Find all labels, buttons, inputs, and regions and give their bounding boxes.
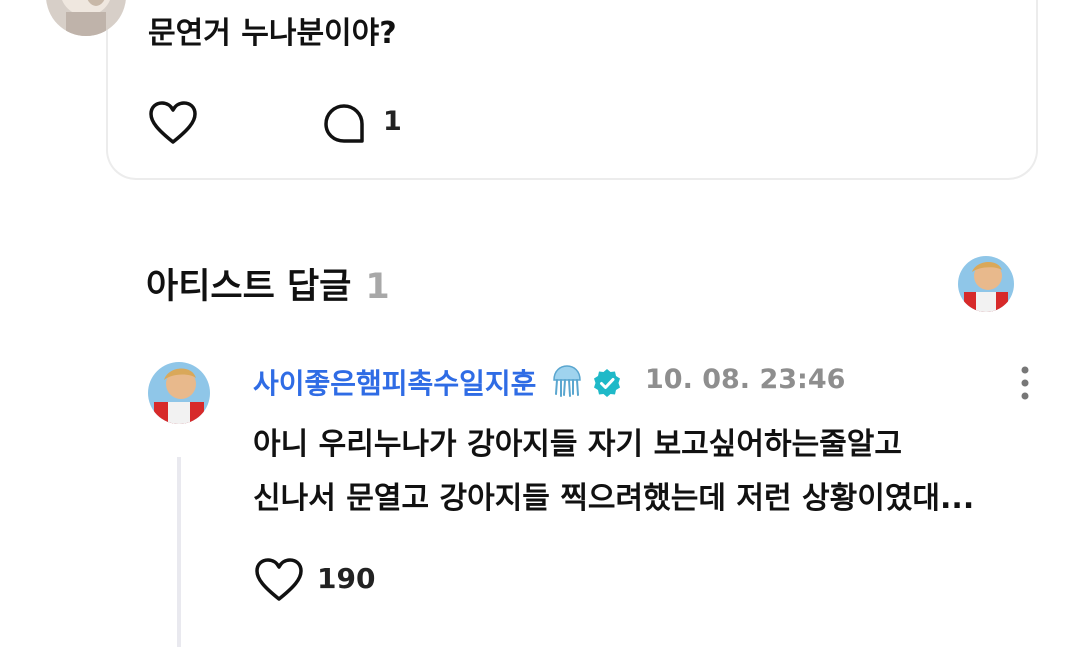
reply-text-line-2: 신나서 문열고 강아지들 찍으려했는데 저런 상황이였대...	[253, 481, 975, 516]
artist-replies-title: 아티스트 답글	[146, 267, 352, 307]
reply-author-name[interactable]: 사이좋은햄피촉수일지훈	[253, 362, 536, 402]
reply-like-count: 190	[317, 562, 376, 595]
comment-bubble-icon	[324, 104, 364, 143]
post-text: 문연거 누나분이야?	[148, 16, 397, 51]
artist-replies-count: 1	[365, 267, 390, 307]
artist-replies-header: 아티스트 답글 1	[146, 258, 390, 309]
reply-timestamp: 10. 08. 23:46	[645, 364, 846, 395]
post-comment-count: 1	[383, 106, 402, 137]
more-options-icon[interactable]	[1010, 364, 1040, 404]
reply-text-line-1: 아니 우리누나가 강아지들 자기 보고싶어하는줄알고	[253, 427, 902, 462]
heart-icon	[149, 101, 197, 144]
reply-thread-line	[177, 457, 181, 647]
post-like-button[interactable]	[148, 100, 198, 146]
jellyfish-icon	[550, 364, 584, 398]
heart-icon	[255, 558, 303, 601]
reply-like-button[interactable]	[254, 557, 304, 603]
verified-badge-icon	[592, 368, 622, 398]
post-comment-button[interactable]	[322, 101, 368, 147]
reply-author-avatar[interactable]	[148, 362, 210, 424]
artist-avatar[interactable]	[958, 256, 1014, 312]
